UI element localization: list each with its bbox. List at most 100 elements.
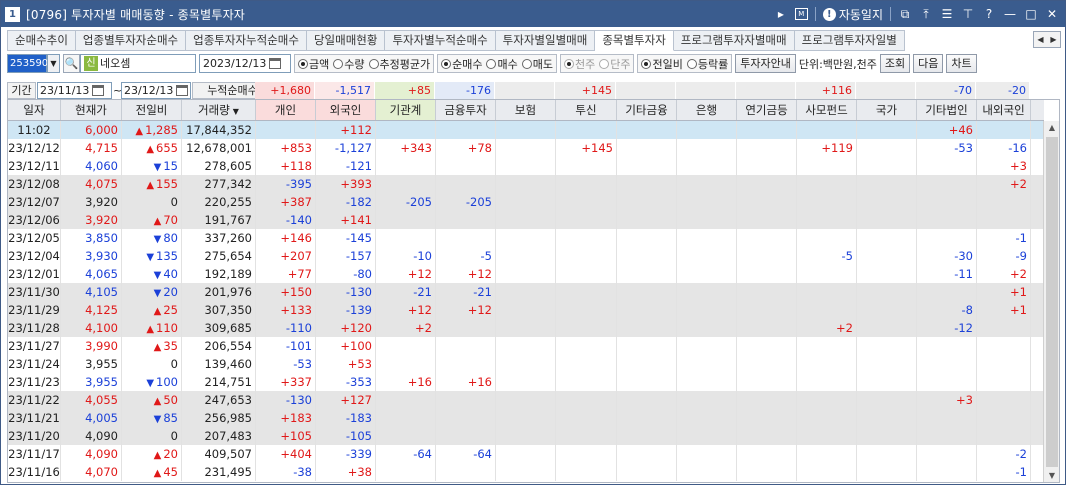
column-header-foreign[interactable]: 외국인 xyxy=(316,100,376,120)
column-header-pension[interactable]: 연기금등 xyxy=(737,100,797,120)
radio-icon[interactable] xyxy=(441,58,452,69)
vertical-scrollbar[interactable]: ▲ ▼ xyxy=(1043,121,1059,482)
period-to-field[interactable]: 23/12/13 xyxy=(121,82,191,99)
table-row[interactable]: 23/11/27 3,990 ▲ 35 206,554 -101 +100 xyxy=(8,337,1044,355)
value_type-option-3[interactable]: 추정평균가 xyxy=(368,56,430,72)
column-header-domestic-foreign[interactable]: 내외국인 xyxy=(977,100,1031,120)
table-row[interactable]: 23/11/16 4,070 ▲ 45 231,495 -38 +38 -1 xyxy=(8,463,1044,481)
radio-icon[interactable] xyxy=(599,58,610,69)
column-header-individual[interactable]: 개인 xyxy=(256,100,316,120)
column-header-institution[interactable]: 기관계 xyxy=(376,100,436,120)
calendar-icon[interactable] xyxy=(269,58,282,69)
unit_type-option-2[interactable]: 단주 xyxy=(599,56,630,72)
tab-5[interactable]: 투자자별누적순매수 xyxy=(385,30,496,51)
column-header-insurance[interactable]: 보험 xyxy=(496,100,556,120)
table-row[interactable]: 23/11/24 3,955 0 139,460 -53 +53 xyxy=(8,355,1044,373)
tab-2[interactable]: 업종별투자자순매수 xyxy=(75,30,187,51)
code-dropdown-icon[interactable]: ▼ xyxy=(47,54,60,73)
scroll-thumb[interactable] xyxy=(1046,137,1058,467)
link-window-icon[interactable]: ⧉ xyxy=(898,7,912,21)
column-header-financial[interactable]: 금융투자 xyxy=(436,100,496,120)
compare_type-option-1[interactable]: 전일비 xyxy=(641,56,683,72)
radio-icon[interactable] xyxy=(686,58,697,69)
stock-name-field[interactable]: 신 네오셈 xyxy=(80,54,196,73)
column-header-trust[interactable]: 투신 xyxy=(556,100,617,120)
date-field[interactable]: 2023/12/13 xyxy=(199,54,291,73)
screen-icon[interactable]: M xyxy=(794,8,808,20)
table-row[interactable]: 23/12/06 3,920 ▲ 70 191,767 -140 +141 xyxy=(8,211,1044,229)
radio-icon[interactable] xyxy=(486,58,497,69)
minimize-icon[interactable]: — xyxy=(1003,7,1017,21)
pin-icon[interactable]: ⊤ xyxy=(961,7,975,21)
table-row[interactable]: 23/11/23 3,955 ▼ 100 214,751 +337 -353 +16 +16 xyxy=(8,373,1044,391)
column-header-other-corp[interactable]: 기타법인 xyxy=(917,100,977,120)
table-row[interactable]: 23/12/08 4,075 ▲ 155 277,342 -395 +393 +2 xyxy=(8,175,1044,193)
trade_type-option-3[interactable]: 매도 xyxy=(521,56,553,72)
table-row[interactable]: 23/12/12 4,715 ▲ 655 12,678,001 +853 -1,127 +34… xyxy=(8,139,1044,157)
radio-icon[interactable] xyxy=(333,58,344,69)
investor-guide-button[interactable]: 투자자안내 xyxy=(735,54,796,73)
tab-6[interactable]: 투자자별일별매매 xyxy=(495,30,596,51)
maximize-icon[interactable]: □ xyxy=(1024,7,1038,21)
next-button[interactable]: 다음 xyxy=(913,54,944,73)
search-icon[interactable]: 🔍 xyxy=(63,54,80,73)
auto-log-button[interactable]: ! 자동일지 xyxy=(822,6,883,23)
trade_type-option-1[interactable]: 순매수 xyxy=(441,56,482,72)
tab-right-icon[interactable]: ▶ xyxy=(1047,32,1060,47)
column-header-other-fin[interactable]: 기타금융 xyxy=(617,100,677,120)
trade_type-option-2[interactable]: 매수 xyxy=(486,56,518,72)
calendar-icon[interactable] xyxy=(92,85,105,96)
compare_type-option-2[interactable]: 등락률 xyxy=(686,56,728,72)
table-row[interactable]: 23/11/17 4,090 ▲ 20 409,507 +404 -339 -64 -64 -2 xyxy=(8,445,1044,463)
tab-8[interactable]: 프로그램투자자별매매 xyxy=(673,30,795,51)
table-row[interactable]: 23/11/30 4,105 ▼ 20 201,976 +150 -130 -21 -21 +1 xyxy=(8,283,1044,301)
radio-icon[interactable] xyxy=(298,58,308,69)
column-header-bank[interactable]: 은행 xyxy=(677,100,737,120)
tab-left-icon[interactable]: ◀ xyxy=(1034,32,1047,47)
unit_type-option-1[interactable]: 천주 xyxy=(563,56,595,72)
column-header-change[interactable]: 전일비 xyxy=(122,100,182,120)
column-header-price[interactable]: 현재가 xyxy=(61,100,122,120)
query-button[interactable]: 조회 xyxy=(879,54,911,73)
table-row[interactable]: 23/11/22 4,055 ▲ 50 247,653 -130 +127 +3 xyxy=(8,391,1044,409)
table-row[interactable]: 23/11/28 4,100 ▲ 110 309,685 -110 +120 +2 +2 -12 xyxy=(8,319,1044,337)
radio-icon[interactable] xyxy=(521,58,532,69)
table-row[interactable]: 23/12/01 4,065 ▼ 40 192,189 +77 -80 +12 +12 -11 +2 xyxy=(8,265,1044,283)
radio-icon[interactable] xyxy=(563,58,574,69)
window-number-badge[interactable]: 1 xyxy=(5,6,20,22)
table-row[interactable]: 23/12/07 3,920 0 220,255 +387 -182 -205 -205 xyxy=(8,193,1044,211)
scroll-up-icon[interactable]: ▲ xyxy=(1045,121,1059,135)
column-header-volume[interactable]: 거래량 ▼ xyxy=(182,100,256,120)
stock-code-input[interactable]: 253590 xyxy=(7,54,48,73)
column-header-date[interactable]: 일자 xyxy=(8,100,61,120)
menu-icon[interactable]: ☰ xyxy=(940,7,954,21)
table-row[interactable]: 23/11/20 4,090 0 207,483 +105 -105 xyxy=(8,427,1044,445)
tab-9[interactable]: 프로그램투자자일별 xyxy=(794,30,905,51)
chart-button[interactable]: 차트 xyxy=(946,54,977,73)
table-row[interactable]: 23/12/05 3,850 ▼ 80 337,260 +146 -145 -1 xyxy=(8,229,1044,247)
help-icon[interactable]: ? xyxy=(982,7,996,21)
sort-down-icon[interactable]: ▼ xyxy=(233,107,239,116)
tab-1[interactable]: 순매수추이 xyxy=(7,30,76,51)
tab-4[interactable]: 당일매매현황 xyxy=(306,30,386,51)
value_type-option-1[interactable]: 금액 xyxy=(298,56,329,72)
table-row[interactable]: 23/12/04 3,930 ▼ 135 275,654 +207 -157 -10 -5 -5-… xyxy=(8,247,1044,265)
radio-icon[interactable] xyxy=(368,58,379,69)
table-row[interactable]: 11:02 6,000 ▲ 1,285 17,844,352 +112 +46 xyxy=(8,121,1044,139)
calendar-icon[interactable] xyxy=(176,85,189,96)
tab-scroll-buttons[interactable]: ◀ ▶ xyxy=(1033,31,1061,48)
radio-icon[interactable] xyxy=(641,58,652,69)
close-icon[interactable]: ✕ xyxy=(1045,7,1059,21)
scroll-down-icon[interactable]: ▼ xyxy=(1045,469,1059,482)
tab-7[interactable]: 종목별투자자 xyxy=(595,30,674,51)
table-row[interactable]: 23/12/11 4,060 ▼ 15 278,605 +118 -121 +3 xyxy=(8,157,1044,175)
tab-3[interactable]: 업종투자자누적순매수 xyxy=(186,30,307,51)
value_type-option-2[interactable]: 수량 xyxy=(333,56,365,72)
period-from-field[interactable]: 23/11/13 xyxy=(37,82,112,99)
column-header-private-fund[interactable]: 사모펀드 xyxy=(797,100,857,120)
column-header-nation[interactable]: 국가 xyxy=(857,100,917,120)
export-icon[interactable]: ⤒ xyxy=(919,7,933,21)
play-icon[interactable]: ▸ xyxy=(774,7,788,21)
table-row[interactable]: 23/11/21 4,005 ▼ 85 256,985 +183 -183 xyxy=(8,409,1044,427)
table-row[interactable]: 23/11/29 4,125 ▲ 25 307,350 +133 -139 +12 +12 -8 +… xyxy=(8,301,1044,319)
